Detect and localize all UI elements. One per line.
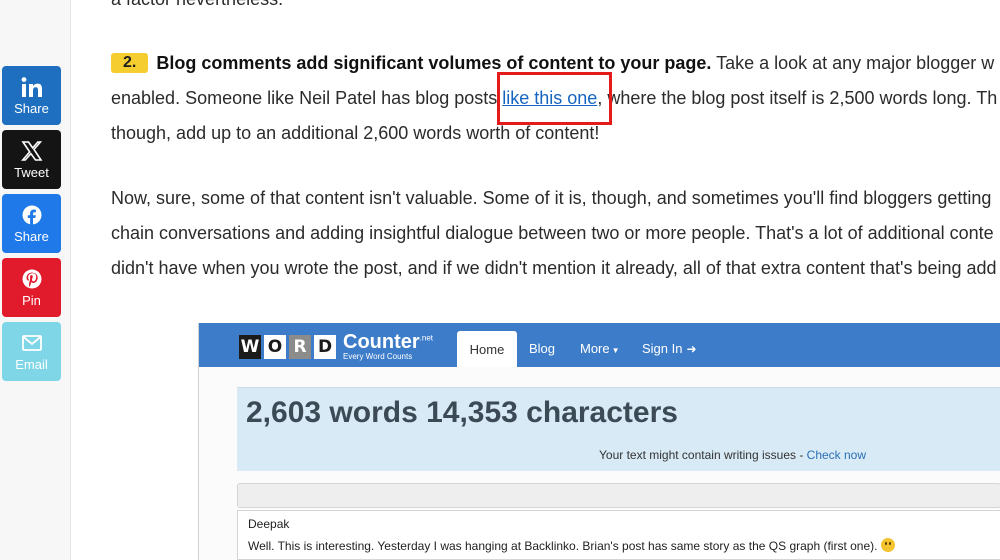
email-share-button[interactable]: Email bbox=[2, 322, 61, 381]
linkedin-icon bbox=[21, 75, 43, 99]
brand-tld: .net bbox=[419, 333, 434, 343]
nav-more-label: More bbox=[580, 341, 610, 356]
comment-text: Well. This is interesting. Yesterday I w… bbox=[248, 538, 896, 553]
x-tweet-button[interactable]: Tweet bbox=[2, 130, 61, 189]
issue-text: Your text might contain writing issues - bbox=[599, 448, 807, 462]
nav-blog-link[interactable]: Blog bbox=[529, 341, 555, 356]
point-line-2-before: enabled. Someone like Neil Patel has blo… bbox=[111, 88, 503, 108]
facebook-share-button[interactable]: Share bbox=[2, 194, 61, 253]
x-tweet-label: Tweet bbox=[14, 165, 49, 180]
paragraph-line-1: Now, sure, some of that content isn't va… bbox=[111, 188, 992, 208]
point-line-2-after: , where the blog post itself is 2,500 wo… bbox=[597, 88, 998, 108]
logo-tile-o: O bbox=[264, 334, 286, 359]
wordcounter-brand: Counter.net Every Word Counts bbox=[343, 332, 433, 361]
brand-tagline: Every Word Counts bbox=[343, 352, 413, 361]
logo-tile-r: R bbox=[289, 334, 311, 359]
nav-signin-label: Sign In bbox=[642, 341, 683, 356]
point-heading: Blog comments add significant volumes of… bbox=[156, 53, 712, 73]
paragraph-line-3: didn't have when you wrote the post, and… bbox=[111, 258, 997, 278]
wordcounter-screenshot: W O R D Counter.net Every Word Counts Ho… bbox=[198, 323, 1000, 560]
logo-tile-w: W bbox=[239, 334, 261, 359]
pinterest-icon bbox=[22, 267, 42, 291]
x-icon bbox=[20, 139, 43, 163]
linkedin-share-button[interactable]: Share bbox=[2, 66, 61, 125]
email-icon bbox=[21, 331, 42, 355]
nav-more-dropdown[interactable]: More ▼ bbox=[580, 341, 620, 356]
comment-body: Well. This is interesting. Yesterday I w… bbox=[248, 539, 878, 553]
check-now-link[interactable]: Check now bbox=[807, 448, 866, 462]
linkedin-share-label: Share bbox=[14, 101, 49, 116]
caret-down-icon: ▼ bbox=[611, 346, 620, 355]
pinterest-pin-button[interactable]: Pin bbox=[2, 258, 61, 317]
editor-toolbar bbox=[237, 483, 1000, 508]
facebook-icon bbox=[22, 203, 42, 227]
link-highlight-box bbox=[497, 72, 612, 125]
smiley-emoji-icon bbox=[881, 538, 896, 552]
brand-name: Counter bbox=[343, 331, 420, 353]
pinterest-pin-label: Pin bbox=[22, 293, 41, 308]
point-line-1-rest: Take a look at any major blogger w bbox=[711, 53, 995, 73]
point-number-badge: 2. bbox=[111, 53, 149, 73]
facebook-share-label: Share bbox=[14, 229, 49, 244]
word-character-count: 2,603 words 14,353 characters bbox=[246, 396, 678, 429]
email-share-label: Email bbox=[15, 357, 48, 372]
nav-home-tab[interactable]: Home bbox=[457, 331, 517, 367]
wordcounter-navbar: W O R D Counter.net Every Word Counts Ho… bbox=[199, 323, 1000, 367]
article-top-fragment: a factor nevertheless. bbox=[111, 0, 283, 17]
nav-signin-link[interactable]: Sign In ➜ bbox=[642, 341, 697, 356]
article-body: a factor nevertheless. 2. Blog comments a… bbox=[111, 0, 1000, 310]
paragraph-line-2: chain conversations and adding insightfu… bbox=[111, 223, 994, 243]
comment-author: Deepak bbox=[248, 517, 290, 531]
logo-tile-d: D bbox=[314, 334, 336, 359]
text-input-area[interactable]: Deepak Well. This is interesting. Yester… bbox=[237, 510, 1000, 560]
wordcounter-logo: W O R D Counter.net Every Word Counts bbox=[239, 332, 433, 361]
sign-in-icon: ➜ bbox=[686, 342, 697, 356]
wordcounter-count-panel: 2,603 words 14,353 characters Your text … bbox=[237, 387, 1000, 471]
writing-issues-notice: Your text might contain writing issues -… bbox=[599, 448, 866, 462]
